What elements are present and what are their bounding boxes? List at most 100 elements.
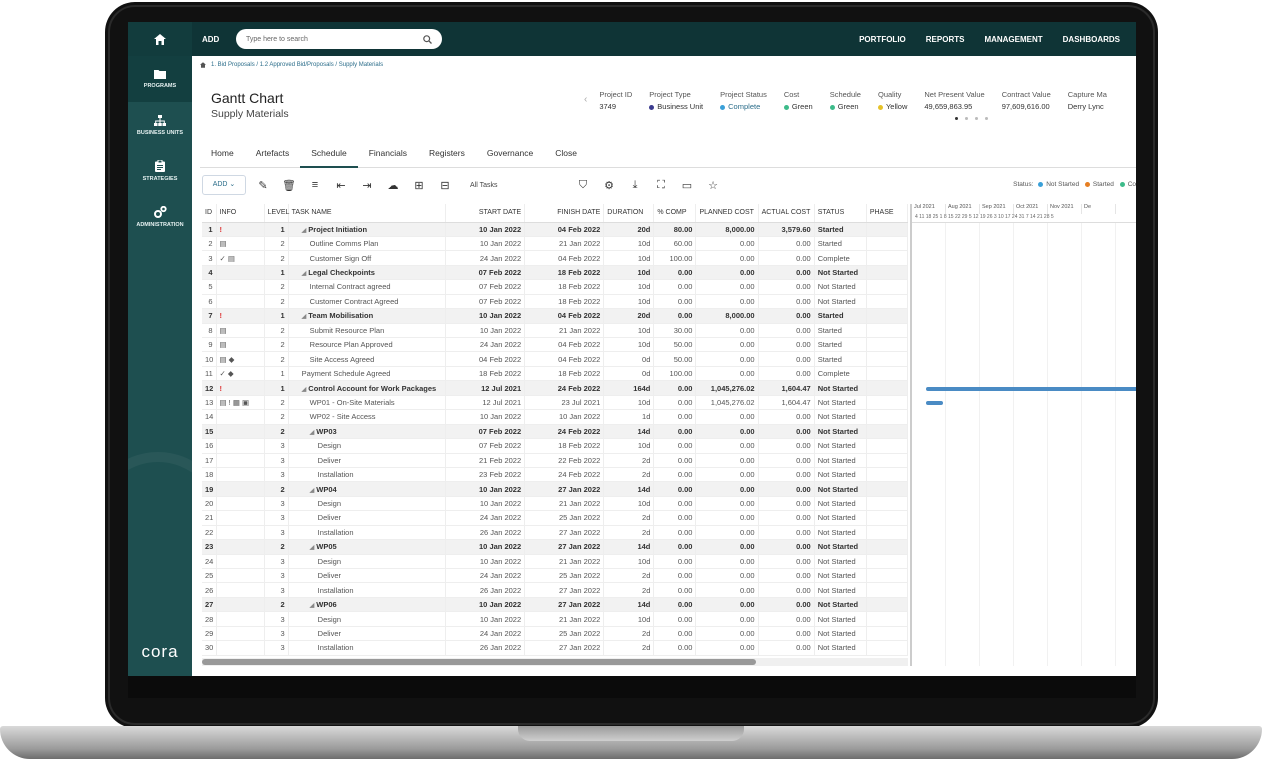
cell-finish-date[interactable]: 27 Jan 2022 (524, 582, 605, 598)
nav-item-administration[interactable]: ADMINISTRATION (128, 194, 192, 240)
cell-status[interactable]: Not Started (814, 510, 867, 526)
cell-pct-comp[interactable]: 0.00 (653, 308, 697, 324)
nav-item-programs[interactable]: PROGRAMS (128, 56, 192, 102)
cell-actual-cost[interactable]: 0.00 (758, 597, 815, 613)
cell-planned-cost[interactable]: 0.00 (695, 481, 759, 497)
cell-info[interactable]: ▤ ! ▦ ▣ (216, 395, 265, 411)
table-row[interactable]: 29 3 Deliver 24 Jan 2022 25 Jan 2022 2d 0.00 0.… (202, 626, 908, 642)
cell-task-name[interactable]: Deliver (288, 568, 446, 584)
col-duration[interactable]: DURATION (603, 204, 655, 223)
cell-level[interactable]: 2 (264, 279, 289, 295)
table-row[interactable]: 4 1 ◢ Legal Checkpoints 07 Feb 2022 18 Feb 20… (202, 265, 908, 281)
cell-id[interactable]: 16 (202, 438, 217, 454)
pager-dot[interactable] (975, 117, 978, 120)
cell-planned-cost[interactable]: 0.00 (695, 568, 759, 584)
collapse-caret-icon[interactable]: ◢ (310, 545, 315, 551)
cell-status[interactable]: Not Started (814, 568, 867, 584)
outdent-icon[interactable]: ⇤ (328, 179, 354, 192)
cell-planned-cost[interactable]: 0.00 (695, 250, 759, 266)
cell-finish-date[interactable]: 04 Feb 2022 (524, 351, 605, 367)
cell-finish-date[interactable]: 21 Jan 2022 (524, 611, 605, 627)
cell-level[interactable]: 2 (264, 395, 289, 411)
cell-task-name[interactable]: Installation (288, 582, 446, 598)
cell-finish-date[interactable]: 04 Feb 2022 (524, 337, 605, 353)
cell-start-date[interactable]: 10 Jan 2022 (445, 323, 526, 339)
cell-planned-cost[interactable]: 0.00 (695, 351, 759, 367)
cell-id[interactable]: 19 (202, 481, 217, 497)
topnav-reports[interactable]: REPORTS (926, 35, 965, 44)
home-icon[interactable] (200, 62, 206, 68)
cell-phase[interactable] (866, 640, 908, 656)
cell-status[interactable]: Not Started (814, 554, 867, 570)
cell-finish-date[interactable]: 27 Jan 2022 (524, 539, 605, 555)
table-row[interactable]: 3 ✓ ▤ 2 Customer Sign Off 24 Jan 2022 04 Feb … (202, 250, 908, 266)
indent-icon[interactable]: ⇥ (354, 179, 380, 192)
table-row[interactable]: 23 2 ◢ WP05 10 Jan 2022 27 Jan 2022 14d 0.00 0.0… (202, 539, 908, 555)
cell-level[interactable]: 1 (264, 366, 289, 382)
cell-info[interactable] (216, 424, 265, 440)
cell-finish-date[interactable]: 18 Feb 2022 (524, 438, 605, 454)
cell-info[interactable] (216, 409, 265, 425)
cell-status[interactable]: Not Started (814, 640, 867, 656)
cell-info[interactable] (216, 554, 265, 570)
cell-duration[interactable]: 10d (603, 611, 655, 627)
cell-pct-comp[interactable]: 0.00 (653, 294, 697, 310)
cell-id[interactable]: 12 (202, 380, 217, 396)
cell-info[interactable] (216, 525, 265, 541)
summary-pager[interactable] (955, 117, 988, 120)
cell-level[interactable]: 2 (264, 337, 289, 353)
cell-start-date[interactable]: 10 Jan 2022 (445, 308, 526, 324)
cell-duration[interactable]: 2d (603, 510, 655, 526)
cell-info[interactable]: ✓ ◆ (216, 366, 265, 382)
cell-finish-date[interactable]: 27 Jan 2022 (524, 481, 605, 497)
cell-planned-cost[interactable]: 8,000.00 (695, 308, 759, 324)
cell-start-date[interactable]: 24 Jan 2022 (445, 510, 526, 526)
cell-planned-cost[interactable]: 0.00 (695, 323, 759, 339)
cell-phase[interactable] (866, 510, 908, 526)
cell-duration[interactable]: 10d (603, 554, 655, 570)
cell-actual-cost[interactable]: 0.00 (758, 554, 815, 570)
cell-info[interactable] (216, 539, 265, 555)
cell-planned-cost[interactable]: 0.00 (695, 265, 759, 281)
cell-phase[interactable] (866, 294, 908, 310)
cell-status[interactable]: Started (814, 323, 867, 339)
cell-finish-date[interactable]: 04 Feb 2022 (524, 222, 605, 237)
cell-finish-date[interactable]: 27 Jan 2022 (524, 525, 605, 541)
cell-status[interactable]: Not Started (814, 626, 867, 642)
cell-phase[interactable] (866, 265, 908, 281)
gantt-bar-control-account[interactable] (926, 386, 1136, 391)
cell-actual-cost[interactable]: 0.00 (758, 467, 815, 483)
cell-actual-cost[interactable]: 0.00 (758, 568, 815, 584)
cell-pct-comp[interactable]: 0.00 (653, 409, 697, 425)
tab-close[interactable]: Close (544, 138, 588, 168)
col-task-name[interactable]: TASK NAME (288, 204, 446, 223)
cell-task-name[interactable]: Installation (288, 467, 446, 483)
table-row[interactable]: 16 3 Design 07 Feb 2022 18 Feb 2022 10d 0.00 0.… (202, 438, 908, 454)
cell-duration[interactable]: 14d (603, 597, 655, 613)
cell-planned-cost[interactable]: 0.00 (695, 554, 759, 570)
cell-info[interactable] (216, 496, 265, 512)
cell-start-date[interactable]: 24 Jan 2022 (445, 337, 526, 353)
table-row[interactable]: 22 3 Installation 26 Jan 2022 27 Jan 2022 2d 0… (202, 525, 908, 541)
cell-task-name[interactable]: ◢ Control Account for Work Packages (288, 380, 446, 396)
cell-status[interactable]: Started (814, 337, 867, 353)
cell-level[interactable]: 3 (264, 582, 289, 598)
cell-id[interactable]: 22 (202, 525, 217, 541)
cell-info[interactable] (216, 582, 265, 598)
pager-dot[interactable] (985, 117, 988, 120)
cell-level[interactable]: 3 (264, 496, 289, 512)
topnav-management[interactable]: MANAGEMENT (984, 35, 1042, 44)
cell-start-date[interactable]: 10 Jan 2022 (445, 597, 526, 613)
cell-planned-cost[interactable]: 1,045,276.02 (695, 395, 759, 411)
cell-level[interactable]: 2 (264, 323, 289, 339)
cell-level[interactable]: 1 (264, 380, 289, 396)
cell-status[interactable]: Not Started (814, 481, 867, 497)
cell-id[interactable]: 14 (202, 409, 217, 425)
cell-start-date[interactable]: 24 Jan 2022 (445, 568, 526, 584)
cell-id[interactable]: 27 (202, 597, 217, 613)
cell-level[interactable]: 2 (264, 236, 289, 252)
cell-actual-cost[interactable]: 0.00 (758, 582, 815, 598)
cell-id[interactable]: 17 (202, 453, 217, 468)
cell-pct-comp[interactable]: 0.00 (653, 467, 697, 483)
cell-pct-comp[interactable]: 0.00 (653, 265, 697, 281)
